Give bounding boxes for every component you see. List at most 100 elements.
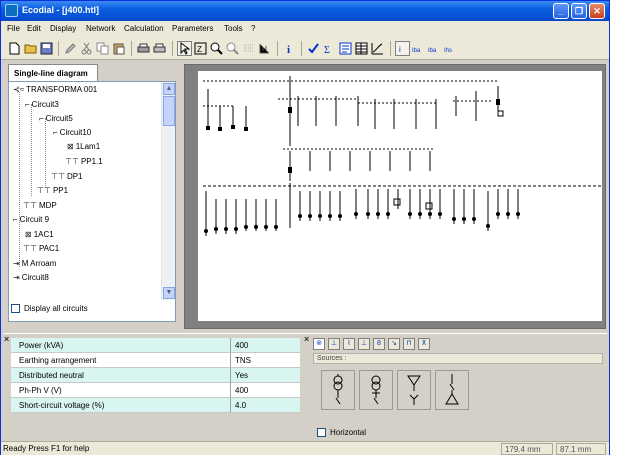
tab-capacitor-icon[interactable]: ⊼ xyxy=(418,338,430,350)
tree-node[interactable]: ⊤⊤ PAC1 xyxy=(23,244,59,253)
single-line-diagram xyxy=(203,76,603,236)
property-row[interactable]: Earthing arrangement TNS xyxy=(11,353,300,368)
tree-node[interactable]: ⊤⊤ MDP xyxy=(23,201,57,210)
svg-text:Z: Z xyxy=(197,45,202,54)
tab-transformer-icon[interactable]: 8 xyxy=(373,338,385,350)
menu-edit[interactable]: Edit xyxy=(27,24,41,33)
tab-sources-icon[interactable]: ⊚ xyxy=(313,338,325,350)
single-line-diagram-sheet[interactable] xyxy=(198,71,603,321)
menu-display[interactable]: Display xyxy=(50,24,76,33)
curve-icon[interactable] xyxy=(370,41,385,56)
sources-label: Sources : xyxy=(313,353,603,364)
view-mode-2-icon[interactable]: Iba xyxy=(411,41,426,56)
print-preview-icon[interactable] xyxy=(152,41,167,56)
source-transformer-icon[interactable] xyxy=(321,370,355,410)
source-generator-icon[interactable] xyxy=(435,370,469,410)
tab-single-line-diagram[interactable]: Single-line diagram xyxy=(8,64,98,81)
circuit-tree[interactable]: ⊰≈ TRANSFORMA 001 ⌐ Circuit3 ⌐ Circuit5 ⌐ Ci… xyxy=(9,82,161,300)
properties-close-icon[interactable]: × xyxy=(4,334,9,344)
menu-help[interactable]: ? xyxy=(251,24,255,33)
select-arrow-icon[interactable] xyxy=(177,41,192,56)
view-mode-1-icon[interactable]: i xyxy=(395,41,410,56)
horizontal-row[interactable]: Horizontal xyxy=(317,428,366,437)
cut-icon[interactable] xyxy=(79,41,94,56)
close-button[interactable]: ✕ xyxy=(589,3,605,19)
svg-text:Σ: Σ xyxy=(324,45,330,55)
scroll-thumb[interactable] xyxy=(163,96,175,126)
svg-text:Ihs: Ihs xyxy=(444,48,452,54)
menu-file[interactable]: File xyxy=(7,24,20,33)
tree-node[interactable]: ⊤⊤ DP1 xyxy=(51,172,83,181)
paste-icon[interactable] xyxy=(111,41,126,56)
property-row[interactable]: Distributed neutral Yes xyxy=(11,368,300,383)
zoom-out-icon[interactable] xyxy=(225,41,240,56)
report-icon[interactable] xyxy=(338,41,353,56)
info-icon[interactable]: i xyxy=(282,41,297,56)
title-bar[interactable]: Ecodial - [j400.htl] _ ❐ ✕ xyxy=(1,1,609,21)
y-coordinate: 87.1 mm xyxy=(556,443,606,455)
tree-node[interactable]: ⌐ Circuit10 xyxy=(53,128,91,137)
tree-node[interactable]: ⊰≈ TRANSFORMA 001 xyxy=(13,85,97,94)
source-lv-supply-icon[interactable] xyxy=(397,370,431,410)
check-icon[interactable] xyxy=(306,41,321,56)
minimize-button[interactable]: _ xyxy=(553,3,569,19)
display-all-circuits-row[interactable]: Display all circuits xyxy=(11,304,88,313)
copy-icon[interactable] xyxy=(95,41,110,56)
tab-distribution-icon[interactable]: ⊓ xyxy=(403,338,415,350)
view-mode-3-icon[interactable]: Iba xyxy=(427,41,442,56)
tree-node[interactable]: ⌐ Circuit 9 xyxy=(13,215,49,224)
tree-panel: Single-line diagram ⊰≈ TRANSFORMA 001 ⌐ Ci… xyxy=(5,64,179,329)
tab-busbar-icon[interactable]: ⊥ xyxy=(328,338,340,350)
tree-node[interactable]: ⌐ Circuit5 xyxy=(39,114,73,123)
x-coordinate: 179.4 mm xyxy=(501,443,553,455)
status-bar: Ready Press F1 for help 179.4 mm 87.1 mm xyxy=(1,441,609,455)
maximize-button[interactable]: ❐ xyxy=(571,3,587,19)
tree-scrollbar[interactable]: ▲ ▼ xyxy=(161,82,175,300)
zoom-in-icon[interactable] xyxy=(209,41,224,56)
menu-calculation[interactable]: Calculation xyxy=(124,24,164,33)
zoom-window-icon[interactable]: Z xyxy=(193,41,208,56)
view-mode-4-icon[interactable]: Ihs xyxy=(443,41,458,56)
sources-close-icon[interactable]: × xyxy=(304,334,309,344)
new-file-icon[interactable] xyxy=(7,41,22,56)
source-generator-transformer-icon[interactable] xyxy=(359,370,393,410)
open-folder-icon[interactable] xyxy=(23,41,38,56)
diagram-tool-icon[interactable] xyxy=(257,41,272,56)
horizontal-checkbox[interactable] xyxy=(317,428,326,437)
menu-parameters[interactable]: Parameters xyxy=(172,24,213,33)
property-row[interactable]: Short-circuit voltage (%) 4.0 xyxy=(11,398,300,413)
sum-icon[interactable]: Σ xyxy=(322,41,337,56)
tree-node[interactable]: ⊠ 1Lam1 xyxy=(67,142,100,151)
print-icon[interactable] xyxy=(136,41,151,56)
sources-panel: × ⊚ ⊥ ⌇ ⊥ 8 ↘ ⊓ ⊼ Sources : Horizontal xyxy=(304,334,605,440)
tab-cable-icon[interactable]: ⌇ xyxy=(343,338,355,350)
grid-icon[interactable] xyxy=(241,41,256,56)
tree-node[interactable]: ⇥ Circuit8 xyxy=(13,273,49,282)
app-icon xyxy=(5,4,18,17)
menu-tools[interactable]: Tools xyxy=(224,24,243,33)
svg-text:Iba: Iba xyxy=(412,48,421,54)
component-tabs: ⊚ ⊥ ⌇ ⊥ 8 ↘ ⊓ ⊼ xyxy=(313,338,430,350)
tree-node[interactable]: ⇥ M Arroam xyxy=(13,259,56,268)
pencil-icon[interactable] xyxy=(63,41,78,56)
scroll-up-button[interactable]: ▲ xyxy=(163,83,175,95)
properties-grid: Power (kVA) 400 Earthing arrangement TNS D… xyxy=(11,338,300,418)
tree-node[interactable]: ⌐ Circuit3 xyxy=(25,100,59,109)
table-icon[interactable] xyxy=(354,41,369,56)
diagram-canvas[interactable] xyxy=(184,64,606,329)
svg-text:i: i xyxy=(399,45,401,54)
menu-bar: File Edit Display Network Calculation Pa… xyxy=(1,21,609,38)
tree-node[interactable]: ⊤⊤ PP1 xyxy=(37,186,68,195)
menu-network[interactable]: Network xyxy=(86,24,115,33)
tree-container: ⊰≈ TRANSFORMA 001 ⌐ Circuit3 ⌐ Circuit5 ⌐ Ci… xyxy=(8,81,176,322)
tab-load-icon[interactable]: ↘ xyxy=(388,338,400,350)
property-row[interactable]: Ph-Ph V (V) 400 xyxy=(11,383,300,398)
window-title: Ecodial - [j400.htl] xyxy=(22,5,100,15)
display-all-checkbox[interactable] xyxy=(11,304,20,313)
property-row[interactable]: Power (kVA) 400 xyxy=(11,338,300,353)
scroll-down-button[interactable]: ▼ xyxy=(163,287,175,299)
tab-switch-icon[interactable]: ⊥ xyxy=(358,338,370,350)
tree-node[interactable]: ⊠ 1AC1 xyxy=(25,230,54,239)
save-icon[interactable] xyxy=(39,41,54,56)
tree-node[interactable]: ⊤⊤ PP1.1 xyxy=(65,157,103,166)
